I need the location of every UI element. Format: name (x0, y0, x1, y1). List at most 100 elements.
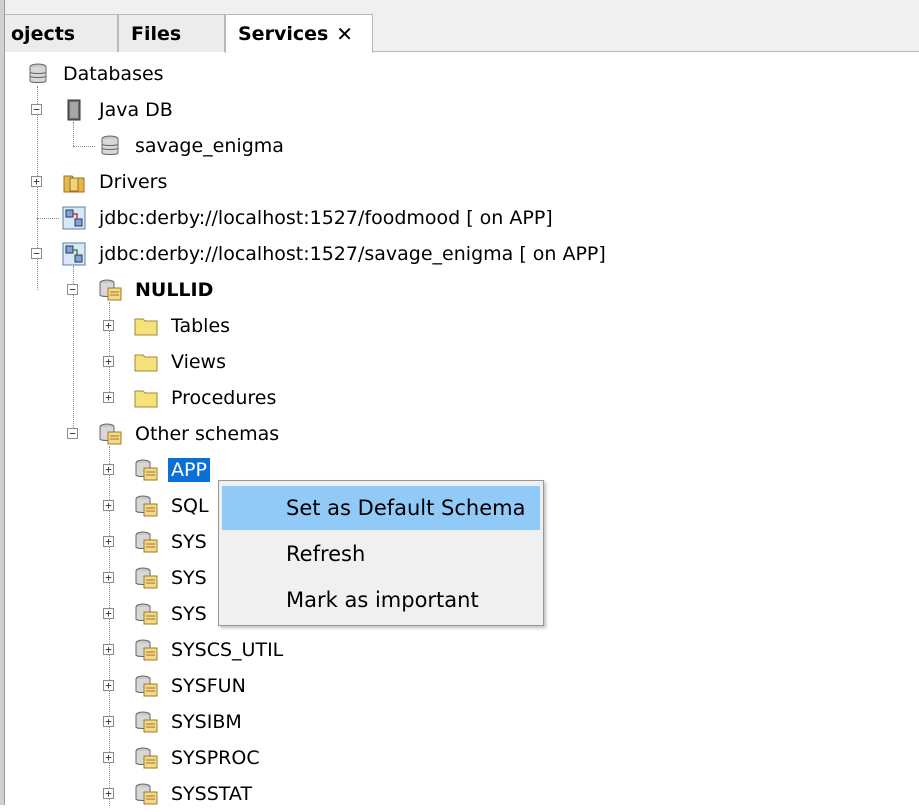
expand-toggle[interactable]: + (103, 464, 114, 475)
expand-toggle[interactable]: + (31, 176, 42, 187)
tree-line (73, 146, 95, 147)
tree-node-label: APP (168, 458, 210, 482)
tree-node-savage-enigma-db[interactable]: savage_enigma (98, 128, 287, 164)
tree-node-schema-sql[interactable]: SQL (134, 488, 212, 524)
tree-node-label: Views (171, 351, 226, 373)
tree-node-label: SYS (171, 603, 207, 625)
tree-node-java-db[interactable]: Java DB (62, 92, 176, 128)
tree-node-label: SYS (171, 567, 207, 589)
tree-node-label: savage_enigma (135, 135, 284, 157)
tree-node-label: SQL (171, 495, 209, 517)
schema-icon (135, 495, 158, 517)
schema-icon (135, 603, 158, 625)
schema-icon (135, 639, 158, 661)
menu-item-label: Set as Default Schema (286, 496, 526, 520)
schema-icon (135, 783, 158, 805)
tree-node-schema-sys-2[interactable]: SYS (134, 560, 210, 596)
menu-item-refresh[interactable]: Refresh (222, 532, 540, 576)
tree-node-nullid[interactable]: NULLID (98, 272, 216, 308)
services-tree: Databases − Java DB savage_enigma + Driv… (0, 52, 919, 806)
collapse-toggle[interactable]: − (31, 104, 42, 115)
tree-node-label: SYSSTAT (171, 783, 253, 805)
tree-node-label: SYS (171, 531, 207, 553)
menu-item-set-default-schema[interactable]: Set as Default Schema (222, 486, 540, 530)
expand-toggle[interactable]: + (103, 716, 114, 727)
tree-node-tables[interactable]: Tables (134, 308, 233, 344)
expand-toggle[interactable]: + (103, 680, 114, 691)
tree-node-label: jdbc:derby://localhost:1527/savage_enigm… (99, 243, 606, 265)
java-db-icon (67, 99, 81, 121)
tree-node-schema-sysfun[interactable]: SYSFUN (134, 668, 249, 704)
collapse-toggle[interactable]: − (31, 248, 42, 259)
expand-toggle[interactable]: + (103, 608, 114, 619)
folder-icon (134, 390, 158, 408)
tree-node-views[interactable]: Views (134, 344, 229, 380)
tree-node-connection-savage-enigma[interactable]: jdbc:derby://localhost:1527/savage_enigm… (62, 236, 609, 272)
tree-node-procedures[interactable]: Procedures (134, 380, 279, 416)
tree-node-label: SYSFUN (171, 675, 246, 697)
context-menu: Set as Default Schema Refresh Mark as im… (218, 480, 544, 626)
menu-item-label: Mark as important (286, 588, 479, 612)
folder-icon (134, 354, 158, 372)
schema-icon (99, 423, 122, 445)
schema-icon (99, 279, 122, 301)
tree-node-connection-foodmood[interactable]: jdbc:derby://localhost:1527/foodmood [ o… (62, 200, 556, 236)
drivers-folder-icon (63, 175, 85, 193)
tab-label: Files (131, 22, 182, 45)
tree-node-schema-sysstat[interactable]: SYSSTAT (134, 776, 255, 812)
tree-node-label: SYSCS_UTIL (171, 639, 284, 661)
database-icon (101, 135, 119, 155)
tab-services[interactable]: Services ✕ (225, 14, 373, 53)
tree-node-label: Procedures (171, 387, 277, 409)
schema-icon (135, 531, 158, 553)
expand-toggle[interactable]: + (103, 788, 114, 799)
tab-label: ojects (11, 22, 76, 45)
collapse-toggle[interactable]: − (67, 284, 78, 295)
close-icon[interactable]: ✕ (336, 22, 353, 46)
expand-toggle[interactable]: + (103, 392, 114, 403)
tree-node-label: Other schemas (135, 423, 280, 445)
expand-toggle[interactable]: + (103, 320, 114, 331)
expand-toggle[interactable]: + (103, 536, 114, 547)
tree-node-label: Drivers (99, 171, 168, 193)
tree-node-drivers[interactable]: Drivers (62, 164, 170, 200)
expand-toggle[interactable]: + (103, 356, 114, 367)
tree-node-schema-syscs-util[interactable]: SYSCS_UTIL (134, 632, 286, 668)
expand-toggle[interactable]: + (103, 644, 114, 655)
expand-toggle[interactable]: + (103, 752, 114, 763)
collapse-toggle[interactable]: − (67, 428, 78, 439)
broken-connection-icon (62, 206, 86, 230)
folder-icon (134, 318, 158, 336)
tree-node-other-schemas[interactable]: Other schemas (98, 416, 282, 452)
tab-bar: ojects Files Services ✕ (0, 0, 919, 53)
database-icon (29, 63, 47, 83)
menu-item-mark-important[interactable]: Mark as important (222, 578, 540, 622)
tree-node-label: Databases (63, 63, 164, 85)
expand-toggle[interactable]: + (103, 572, 114, 583)
tab-files[interactable]: Files (118, 14, 225, 52)
tree-node-label: SYSIBM (171, 711, 242, 733)
expand-toggle[interactable]: + (103, 500, 114, 511)
tree-node-schema-sysibm[interactable]: SYSIBM (134, 704, 245, 740)
tree-node-schema-sysproc[interactable]: SYSPROC (134, 740, 263, 776)
tree-node-schema-sys[interactable]: SYS (134, 524, 210, 560)
schema-icon (135, 675, 158, 697)
tab-label: Services (238, 23, 329, 45)
tree-node-label: Tables (171, 315, 231, 337)
tree-node-label: NULLID (135, 279, 214, 301)
tree-node-schema-app[interactable]: APP (134, 452, 210, 488)
tree-line (109, 302, 110, 398)
tab-projects[interactable]: ojects (0, 14, 118, 52)
tree-node-label: Java DB (99, 99, 173, 121)
tree-node-databases[interactable]: Databases (26, 56, 167, 92)
schema-icon (135, 711, 158, 733)
menu-item-label: Refresh (286, 542, 366, 566)
connection-icon (62, 242, 86, 266)
tree-node-label: jdbc:derby://localhost:1527/foodmood [ o… (99, 207, 553, 229)
schema-icon (135, 567, 158, 589)
schema-icon (135, 459, 158, 481)
tree-node-schema-sys-3[interactable]: SYS (134, 596, 210, 632)
tree-line (37, 218, 59, 219)
schema-icon (135, 747, 158, 769)
tree-node-label: SYSPROC (171, 747, 260, 769)
